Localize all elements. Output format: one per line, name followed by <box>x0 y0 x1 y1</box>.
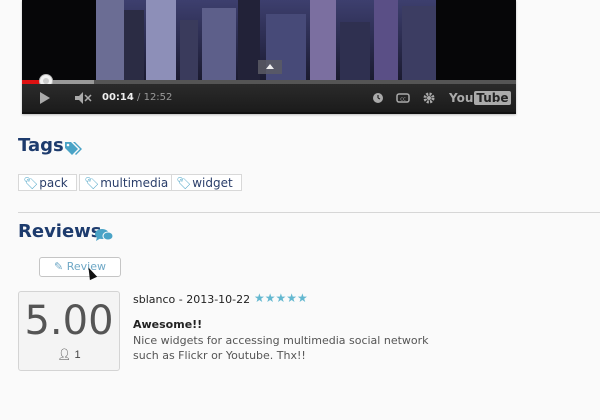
section-divider <box>18 212 600 213</box>
tags-heading: Tags <box>18 135 64 156</box>
volume-mute-icon[interactable] <box>74 91 92 105</box>
settings-gear-icon[interactable] <box>422 91 436 108</box>
tag-label: pack <box>39 176 68 190</box>
video-frame[interactable] <box>22 0 516 80</box>
tag-icon: 🏷︎ <box>23 176 39 190</box>
play-icon[interactable] <box>40 92 50 104</box>
review-title: Awesome!! <box>133 318 203 331</box>
tag-label: widget <box>192 176 233 190</box>
review-meta: sblanco - 2013-10-22 <box>133 293 251 306</box>
video-player[interactable]: 00:14 / 12:52 cc You Tube <box>22 0 516 114</box>
tag-label: multimedia <box>100 176 169 190</box>
captions-icon[interactable]: cc <box>396 91 410 108</box>
review-count: 👤︎ 1 <box>19 348 119 361</box>
tag-icon: 🏷︎ <box>176 176 192 190</box>
tag-pack[interactable]: 🏷︎pack <box>18 174 77 191</box>
seek-up-arrow-icon[interactable] <box>258 60 282 74</box>
reviews-heading: Reviews <box>18 221 102 242</box>
tag-widget[interactable]: 🏷︎widget <box>171 174 242 191</box>
review-button[interactable]: ✎ Review <box>39 257 121 277</box>
average-score: 5.00 <box>24 298 114 344</box>
time-current: 00:14 <box>102 92 134 103</box>
tags-icon <box>64 140 84 160</box>
fullscreen-icon[interactable] <box>495 91 509 108</box>
youtube-logo-you: You <box>449 91 474 105</box>
review-count-value: 1 <box>74 349 81 361</box>
review-body: Nice widgets for accessing multimedia so… <box>133 334 429 362</box>
player-controls: 00:14 / 12:52 cc You Tube <box>22 84 516 112</box>
time-total: 12:52 <box>143 92 173 103</box>
time-display: 00:14 / 12:52 <box>102 92 172 103</box>
clock-icon[interactable] <box>372 91 384 108</box>
tag-icon: 🏷︎ <box>84 176 100 190</box>
tag-multimedia[interactable]: 🏷︎multimedia <box>79 174 178 191</box>
svg-text:cc: cc <box>400 97 406 103</box>
comments-icon <box>94 228 114 246</box>
pencil-icon: ✎ <box>54 260 67 273</box>
time-separator: / <box>133 92 144 103</box>
star-rating: ★★★★★ <box>254 291 308 305</box>
user-icon: 👤︎ <box>57 349 75 361</box>
rating-summary: 5.00 👤︎ 1 <box>18 291 120 371</box>
